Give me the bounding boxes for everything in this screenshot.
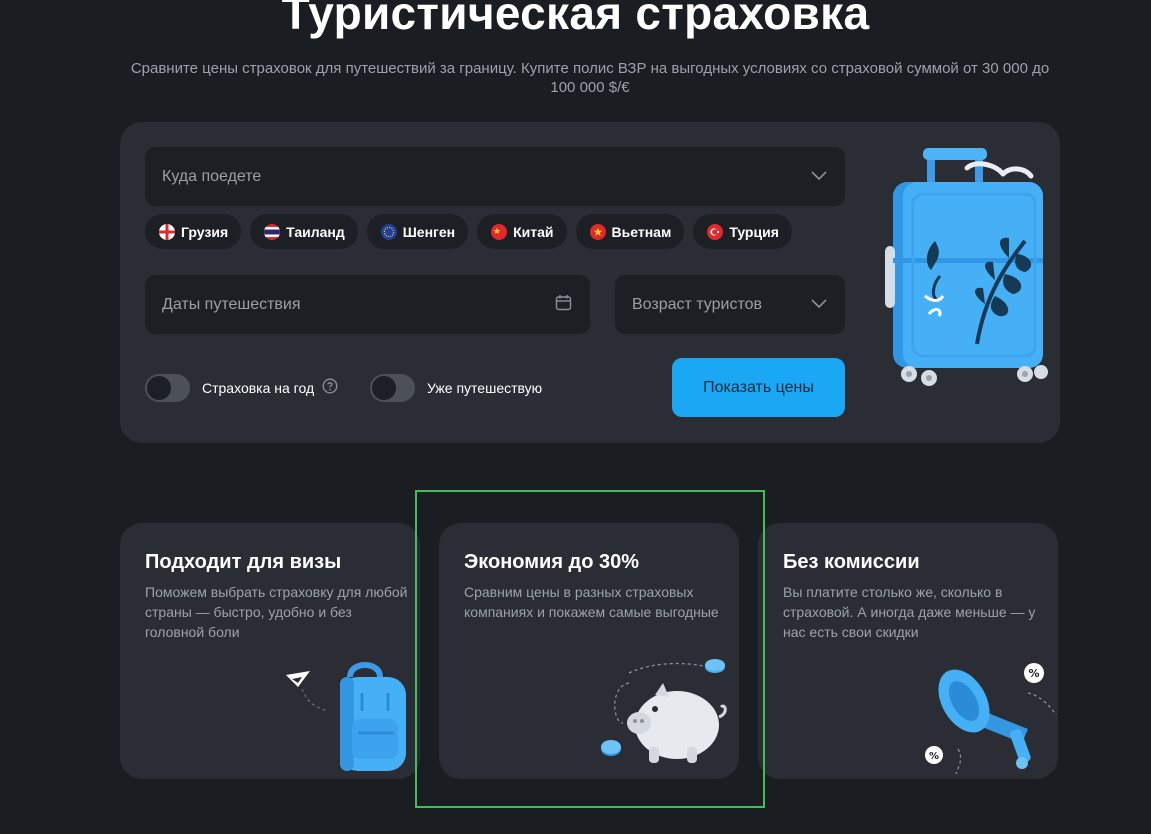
china-flag-icon — [491, 223, 508, 240]
suitcase-illustration — [885, 146, 1055, 396]
hero-subtitle: Сравните цены страховок для путешествий … — [130, 60, 1050, 96]
chip-georgia[interactable]: Грузия — [145, 214, 242, 249]
feature-card-no-commission: Без комиссии Вы платите столько же, скол… — [758, 523, 1058, 779]
chip-turkey[interactable]: Турция — [693, 214, 792, 249]
hero-title: Туристическая страховка — [281, 0, 870, 39]
already-traveling-label: Уже путешествую — [427, 380, 543, 396]
destination-placeholder: Куда поедете — [162, 167, 262, 185]
chip-label: Шенген — [402, 223, 456, 240]
feature-title: Без комиссии — [783, 551, 920, 573]
chip-label: Китай — [513, 223, 554, 240]
backpack-illustration — [280, 653, 420, 779]
dates-placeholder: Даты путешествия — [162, 295, 301, 313]
toggle-year-row: Страховка на год — [145, 374, 338, 402]
eu-flag-icon — [380, 223, 397, 240]
chip-label: Турция — [729, 223, 779, 240]
feature-text: Сравним цены в разных страховых компания… — [464, 584, 719, 620]
feature-text: Поможем выбрать страховку для любой стра… — [145, 584, 408, 640]
svg-text:%: % — [1028, 667, 1039, 680]
calendar-icon — [555, 294, 572, 316]
show-prices-button[interactable]: Показать цены — [672, 358, 845, 417]
chip-vietnam[interactable]: Вьетнам — [575, 214, 685, 249]
megaphone-illustration: % % — [918, 659, 1058, 779]
chip-label: Грузия — [181, 223, 229, 240]
chip-schengen[interactable]: Шенген — [366, 214, 469, 249]
feature-card-visa: Подходит для визы Поможем выбрать страхо… — [120, 523, 420, 779]
annual-insurance-toggle[interactable] — [145, 374, 190, 402]
chip-china[interactable]: Китай — [477, 214, 567, 249]
svg-text:%: % — [929, 751, 939, 762]
turkey-flag-icon — [707, 223, 724, 240]
georgia-flag-icon — [159, 223, 175, 240]
piggy-bank-illustration — [589, 653, 739, 773]
country-chips: Грузия Таиланд Шенген Китай Вьетнам Турц… — [145, 214, 792, 249]
chevron-down-icon — [811, 168, 827, 186]
dates-field[interactable]: Даты путешествия — [145, 275, 590, 334]
toggle-traveling-row: Уже путешествую — [370, 374, 542, 402]
age-placeholder: Возраст туристов — [632, 295, 763, 313]
vietnam-flag-icon — [589, 223, 606, 240]
help-icon[interactable] — [322, 378, 338, 399]
thailand-flag-icon — [264, 223, 281, 240]
feature-title: Подходит для визы — [145, 551, 342, 573]
feature-card-savings: Экономия до 30% Сравним цены в разных ст… — [439, 523, 739, 779]
chip-thailand[interactable]: Таиланд — [250, 214, 358, 249]
chip-label: Вьетнам — [611, 223, 672, 240]
chip-label: Таиланд — [286, 223, 345, 240]
age-select[interactable]: Возраст туристов — [615, 275, 845, 334]
destination-select[interactable]: Куда поедете — [145, 147, 845, 206]
feature-title: Экономия до 30% — [464, 551, 640, 573]
already-traveling-toggle[interactable] — [370, 374, 415, 402]
feature-text: Вы платите столько же, сколько в страхов… — [783, 584, 1036, 640]
annual-insurance-label: Страховка на год — [202, 380, 315, 396]
chevron-down-icon — [811, 296, 827, 314]
